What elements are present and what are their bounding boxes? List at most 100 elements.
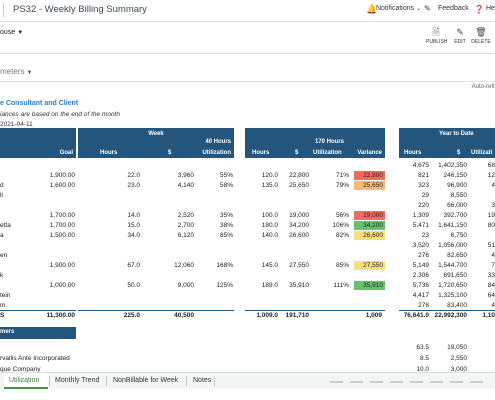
cell-hours: 34.0 [127, 232, 140, 239]
scroll-grip [390, 381, 403, 383]
cell-name: tein [0, 292, 11, 299]
cell-dollars: 2,520 [177, 212, 194, 219]
variance-cell [354, 301, 385, 310]
tab-divider [106, 376, 107, 386]
scroll-grip [430, 381, 443, 383]
cell-yhours: 323 [418, 182, 429, 189]
list-item: 63.5 19,050 [0, 342, 495, 352]
cell-mdollars: 35,910 [289, 282, 309, 289]
table-row: a 1,500.00 34.0 6,120 85% 140.0 26,600 82% 23 6,7… [0, 230, 495, 240]
caret-down-icon: ▼ [17, 30, 24, 36]
cell-hours: 14.0 [127, 212, 140, 219]
cell-ydollars: 96,900 [447, 182, 467, 189]
tab-nonbillable-for-week[interactable]: NonBillable for Week [113, 373, 178, 389]
parameters-toggle[interactable]: meters ▼ [0, 67, 32, 76]
cell-hours: 67.0 [127, 262, 140, 269]
chevron-down-icon: ⌄ [416, 6, 422, 12]
edit-button[interactable]: ✎ EDIT [450, 27, 470, 45]
table-row: 1,900.00 67.0 12,060 168% 145.0 27,550 85% 5,14… [0, 260, 495, 270]
cell-ydollars: 392,700 [443, 212, 468, 219]
variance-cell [354, 241, 385, 250]
customer-name: rvallis Ante Incorporated [0, 355, 70, 362]
cell-yutil: 80 [487, 222, 495, 229]
cell-ydollars: 691,650 [443, 272, 468, 279]
cell-mhours: 120.0 [261, 172, 278, 179]
customers-header: mers [0, 327, 76, 339]
report-subtitle: iances are based on the end of the month [0, 111, 120, 118]
cell-goal: 1,900.00 [49, 262, 75, 269]
auto-refresh-toggle[interactable]: Auto-refr [472, 84, 495, 90]
delete-button[interactable]: 🗑 DELETE [471, 27, 491, 45]
table-header-week: Week Hours $ 40 Hours Utilization [78, 128, 234, 158]
delete-label: DELETE [471, 39, 491, 45]
cell-yutil: 33 [487, 272, 495, 279]
tab-label: Notes [193, 377, 212, 384]
publish-icon: 🗎 [432, 27, 440, 37]
cell-yhours: 5,736 [412, 282, 429, 289]
cell-util40: 58% [219, 182, 233, 189]
cell-yhours: 3,520 [412, 242, 429, 249]
variance-cell: 19,000 [354, 211, 385, 220]
cell-dollars: 12,060 [174, 262, 194, 269]
ytd-group-label: Year to Date [439, 131, 474, 137]
variance-value: 22,800 [363, 172, 383, 179]
tab-monthly-trend[interactable]: Monthly Trend [55, 373, 99, 389]
tab-utilization[interactable]: Utilization [4, 373, 48, 389]
table-row: etta 1,700.00 15.0 2,700 38% 180.0 34,200 106% 5… [0, 220, 495, 230]
col-dollars: $ [168, 150, 172, 156]
total-variance: 1,009 [365, 312, 382, 319]
publish-button[interactable]: 🗎 PUBLISH [426, 27, 447, 45]
customers-header-label: mers [0, 329, 15, 335]
table-row: d 1,600.00 23.0 4,140 58% 135.0 25,650 79% 323 96… [0, 180, 495, 190]
help-button[interactable]: He [486, 5, 495, 12]
cell-yutil: 4 [491, 302, 495, 309]
cell-util40: 125% [216, 282, 233, 289]
table-row: en 276 82,650 4 [0, 250, 495, 260]
cell-mhours: 100.0 [261, 212, 278, 219]
cell-ydollars: 1,641,150 [438, 222, 467, 229]
variance-value: 26,600 [363, 232, 383, 239]
cell-mdollars: 22,800 [289, 172, 309, 179]
location-selector[interactable]: ouse ▼ [0, 29, 23, 36]
col-variance: Variance [357, 150, 382, 156]
variance-value: 25,650 [363, 182, 383, 189]
table-row: 4,675 1,402,350 68 [0, 160, 495, 170]
location-label: ouse [0, 29, 16, 36]
help-icon[interactable]: ❓ [474, 5, 484, 14]
report-tab-bar: Utilization Monthly Trend NonBillable fo… [0, 372, 495, 389]
cell-hours: 50.0 [127, 282, 140, 289]
tab-notes[interactable]: Notes [193, 373, 211, 389]
feedback-icon[interactable]: ✎ [424, 4, 431, 13]
cell-mdollars: 26,600 [289, 232, 309, 239]
cell-goal: 1,500.00 [49, 232, 75, 239]
feedback-button[interactable]: Feedback [438, 5, 469, 12]
cell-mhours: 180.0 [261, 222, 278, 229]
cell-ydollars: 1,544,700 [438, 262, 467, 269]
total-ytd-hours: 76,641.0 [403, 312, 429, 319]
col-40hr-util-line1: 40 Hours [205, 139, 231, 145]
tab-scroll-track[interactable] [220, 381, 495, 383]
cell-ydollars: 6,750 [450, 232, 467, 239]
cell-mutil: 106% [332, 222, 349, 229]
cell-name: k [0, 272, 4, 279]
cell-yhours: 2,306 [412, 272, 429, 279]
variance-value: 34,200 [363, 222, 383, 229]
cell-yhours: 821 [418, 172, 429, 179]
table-row: tein 4,417 1,325,100 64 [0, 290, 495, 300]
cell-ydollars: 1,056,000 [438, 242, 467, 249]
cell-mutil: 111% [333, 282, 349, 289]
col-ytd-dollars: $ [457, 150, 461, 156]
notifications-button[interactable]: Notifications ⌄ [376, 5, 421, 12]
cell-ydollars: 83,400 [447, 302, 467, 309]
variance-cell: 22,800 [354, 171, 385, 180]
variance-cell [354, 191, 385, 200]
cell-goal: 1,000.00 [49, 282, 75, 289]
cell-yutil: 4 [491, 252, 495, 259]
tab-divider [186, 376, 187, 386]
variance-value: 19,000 [363, 212, 383, 219]
cell-mdollars: 25,650 [289, 182, 309, 189]
cell-util40: 55% [219, 172, 233, 179]
cell-util40: 38% [219, 222, 233, 229]
cell-goal: 1,600.00 [49, 182, 75, 189]
cell-ydollars: 66,000 [447, 202, 467, 209]
